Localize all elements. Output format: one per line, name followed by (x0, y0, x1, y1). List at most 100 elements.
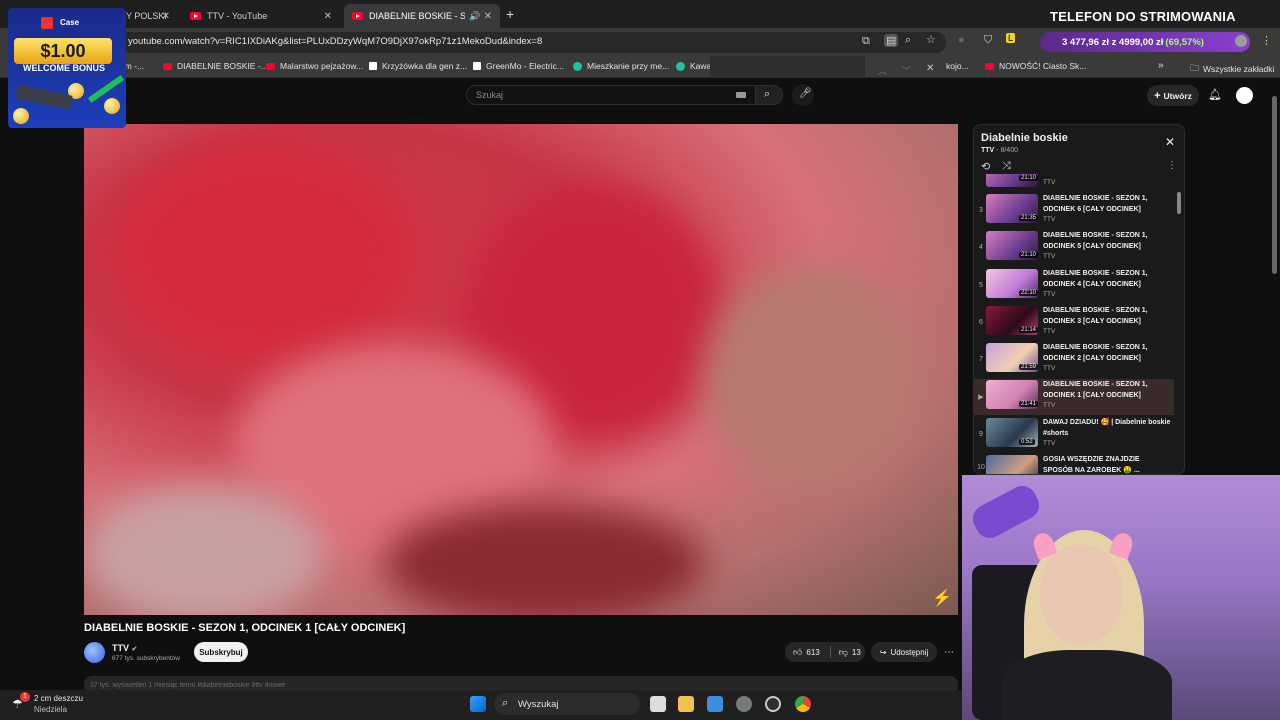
thumbs-up-icon[interactable]: 👍︎ (793, 647, 802, 658)
list-item[interactable]: 3 21:35 DIABELNIE BOSKIE - SEZON 1, ODCI… (974, 193, 1174, 229)
microphone-icon: 🎤︎ (799, 88, 812, 99)
tab-diabelnie-boskie[interactable]: DIABELNIE BOSKIE - SEZON 🔊 ✕ (344, 4, 500, 28)
list-item[interactable]: 10 GOSIA WSZĘDZIE ZNAJDZIE SPOSÓB NA ZAR… (974, 454, 1174, 474)
task-view-icon[interactable] (650, 696, 666, 712)
youtube-icon (352, 12, 363, 20)
more-actions-icon[interactable]: ⋯ (940, 642, 958, 662)
close-icon[interactable]: ✕ (162, 11, 170, 22)
file-explorer-icon[interactable] (678, 696, 694, 712)
video-duration: 21:59 (1019, 364, 1039, 370)
share-icon: ↪ (879, 647, 887, 657)
more-options-icon[interactable]: ⋮ (1167, 160, 1177, 171)
store-icon[interactable] (707, 696, 723, 712)
bell-icon[interactable]: 🔔︎ (1208, 88, 1222, 101)
profile-avatar[interactable] (1235, 35, 1247, 47)
list-item[interactable]: 7 21:59 DIABELNIE BOSKIE - SEZON 1, ODCI… (974, 342, 1174, 378)
avatar[interactable] (1236, 87, 1253, 104)
streamer-face (1040, 545, 1122, 645)
bookmark-star-icon[interactable]: ☆ (926, 33, 936, 46)
reader-icon[interactable]: ▤ (884, 34, 899, 47)
thumbs-down-icon[interactable]: 👎︎ (839, 647, 848, 658)
video-player[interactable]: ⚡ (84, 124, 958, 615)
notification-badge: 1 (20, 692, 30, 702)
bookmark-item[interactable]: DIABELNIE BOSKIE -... (163, 61, 268, 71)
chrome-icon[interactable] (795, 696, 811, 712)
playlist-title[interactable]: Diabelnie boskie (981, 132, 1068, 144)
verified-icon: ✔ (131, 646, 138, 653)
create-button[interactable]: + Utwórz (1147, 85, 1199, 106)
list-item-current[interactable]: ▶ 21:41 DIABELNIE BOSKIE - SEZON 1, ODCI… (974, 379, 1174, 415)
speaker-icon[interactable]: 🔊 (469, 11, 480, 22)
settings-gear-icon[interactable] (736, 696, 752, 712)
keyboard-icon[interactable] (736, 92, 746, 98)
list-item[interactable]: 5 22:10 DIABELNIE BOSKIE - SEZON 1, ODCI… (974, 268, 1174, 304)
microphone (967, 481, 1045, 543)
bookmark-item[interactable]: kojo... (946, 61, 969, 71)
menu-icon[interactable]: ⋮ (1261, 34, 1272, 47)
weather-text[interactable]: 2 cm deszczu (34, 694, 83, 703)
ad-brand: Case (60, 18, 80, 27)
tab-ttv-youtube[interactable]: TTV - YouTube ✕ (182, 4, 340, 28)
video-channel: TTV (1043, 291, 1056, 298)
chevron-down-icon[interactable]: ﹀ (902, 64, 911, 77)
bookmark-item[interactable]: Krzyżówka dla gen z... (369, 61, 467, 71)
close-icon[interactable]: ✕ (324, 11, 332, 22)
list-item[interactable]: 6 21:14 DIABELNIE BOSKIE - SEZON 1, ODCI… (974, 305, 1174, 341)
extension-icon[interactable]: ● (958, 34, 965, 46)
close-icon[interactable]: ✕ (1165, 135, 1175, 149)
youtube-icon (190, 12, 201, 20)
price-text: 3 477,96 zł z 4999,00 zł (1062, 36, 1164, 48)
youtube-icon (985, 62, 994, 70)
search-input[interactable]: Szukaj (466, 85, 756, 105)
price-tracker-extension[interactable]: 3 477,96 zł z 4999,00 zł (69,57%) (1040, 32, 1250, 52)
bookmark-item[interactable]: Malarstwo pejzażow... (266, 61, 363, 71)
close-icon[interactable]: ✕ (484, 11, 492, 22)
list-item[interactable]: 21:10 TTV (974, 174, 1174, 188)
windows-start-icon[interactable] (470, 696, 486, 712)
extension-icon[interactable]: L (1006, 33, 1016, 43)
video-title: GOSIA WSZĘDZIE ZNAJDZIE SPOSÓB NA ZAROBE… (1043, 456, 1140, 474)
page-icon (473, 62, 481, 70)
chevron-right-icon[interactable]: » (1158, 60, 1164, 71)
bookmark-item[interactable]: GreenMo - Electric... (473, 61, 564, 71)
close-icon[interactable]: ✕ (926, 63, 934, 74)
url-text: youtube.com/watch?v=RIC1IXDiAKg&list=PLU… (128, 36, 543, 47)
install-app-icon[interactable]: ⧉ (862, 35, 870, 48)
scrollbar[interactable] (1272, 96, 1277, 274)
extension-icon[interactable]: ⛉ (984, 34, 992, 47)
tab-polski[interactable]: Y POLSKI ✕ (118, 4, 178, 28)
taskbar-search-input[interactable]: ⌕ Wyszukaj (494, 693, 640, 715)
new-tab-icon[interactable]: + (506, 6, 514, 22)
loop-icon[interactable]: ⟲ (981, 160, 990, 173)
voice-search-button[interactable]: 🎤︎ (792, 84, 814, 106)
coin (104, 98, 120, 114)
shuffle-icon[interactable]: ⤨ (1002, 160, 1011, 173)
bookmark-item[interactable]: Kawal (676, 61, 713, 71)
video-title: DIABELNIE BOSKIE - SEZON 1, ODCINEK 6 [C… (1043, 195, 1148, 213)
zoom-icon[interactable]: ⌕ (905, 34, 911, 47)
channel-avatar[interactable] (84, 642, 105, 663)
steam-icon[interactable] (765, 696, 781, 712)
youtube-icon (163, 62, 172, 70)
video-title: DIABELNIE BOSKIE - SEZON 1, ODCINEK 5 [C… (1043, 232, 1148, 250)
video-channel: TTV (1043, 328, 1056, 335)
bookmark-item[interactable]: NOWOŚĆ! Ciasto Sk... (985, 61, 1086, 71)
item-index: 3 (979, 207, 983, 214)
knife-graphic (87, 75, 125, 103)
chevron-up-icon[interactable]: ︿ (878, 64, 887, 77)
list-item[interactable]: 9 0:52 DAWAJ DZIADU! 🥰 | Diabelnie boski… (974, 417, 1174, 453)
playlist-scrollbar[interactable] (1177, 192, 1181, 214)
streamer-body (1002, 650, 1172, 720)
bookmark-item[interactable]: Mieszkanie przy me... (573, 61, 669, 71)
channel-name[interactable]: TTV ✔ (112, 643, 137, 653)
dislike-count: 13 (851, 647, 861, 657)
list-item[interactable]: 4 21:10 DIABELNIE BOSKIE - SEZON 1, ODCI… (974, 230, 1174, 266)
playlist-meta: TTV - 8/400 (981, 147, 1018, 154)
all-bookmarks[interactable]: 🗀 Wszystkie zakładki (1190, 61, 1274, 77)
ad-price: $1.00 (14, 38, 112, 64)
subscribe-button[interactable]: Subskrybuj (194, 642, 248, 662)
search-button[interactable]: ⌕ (755, 85, 783, 105)
share-button[interactable]: ↪ Udostępnij (871, 642, 937, 662)
video-thumbnail (986, 455, 1038, 474)
divider (829, 646, 831, 658)
